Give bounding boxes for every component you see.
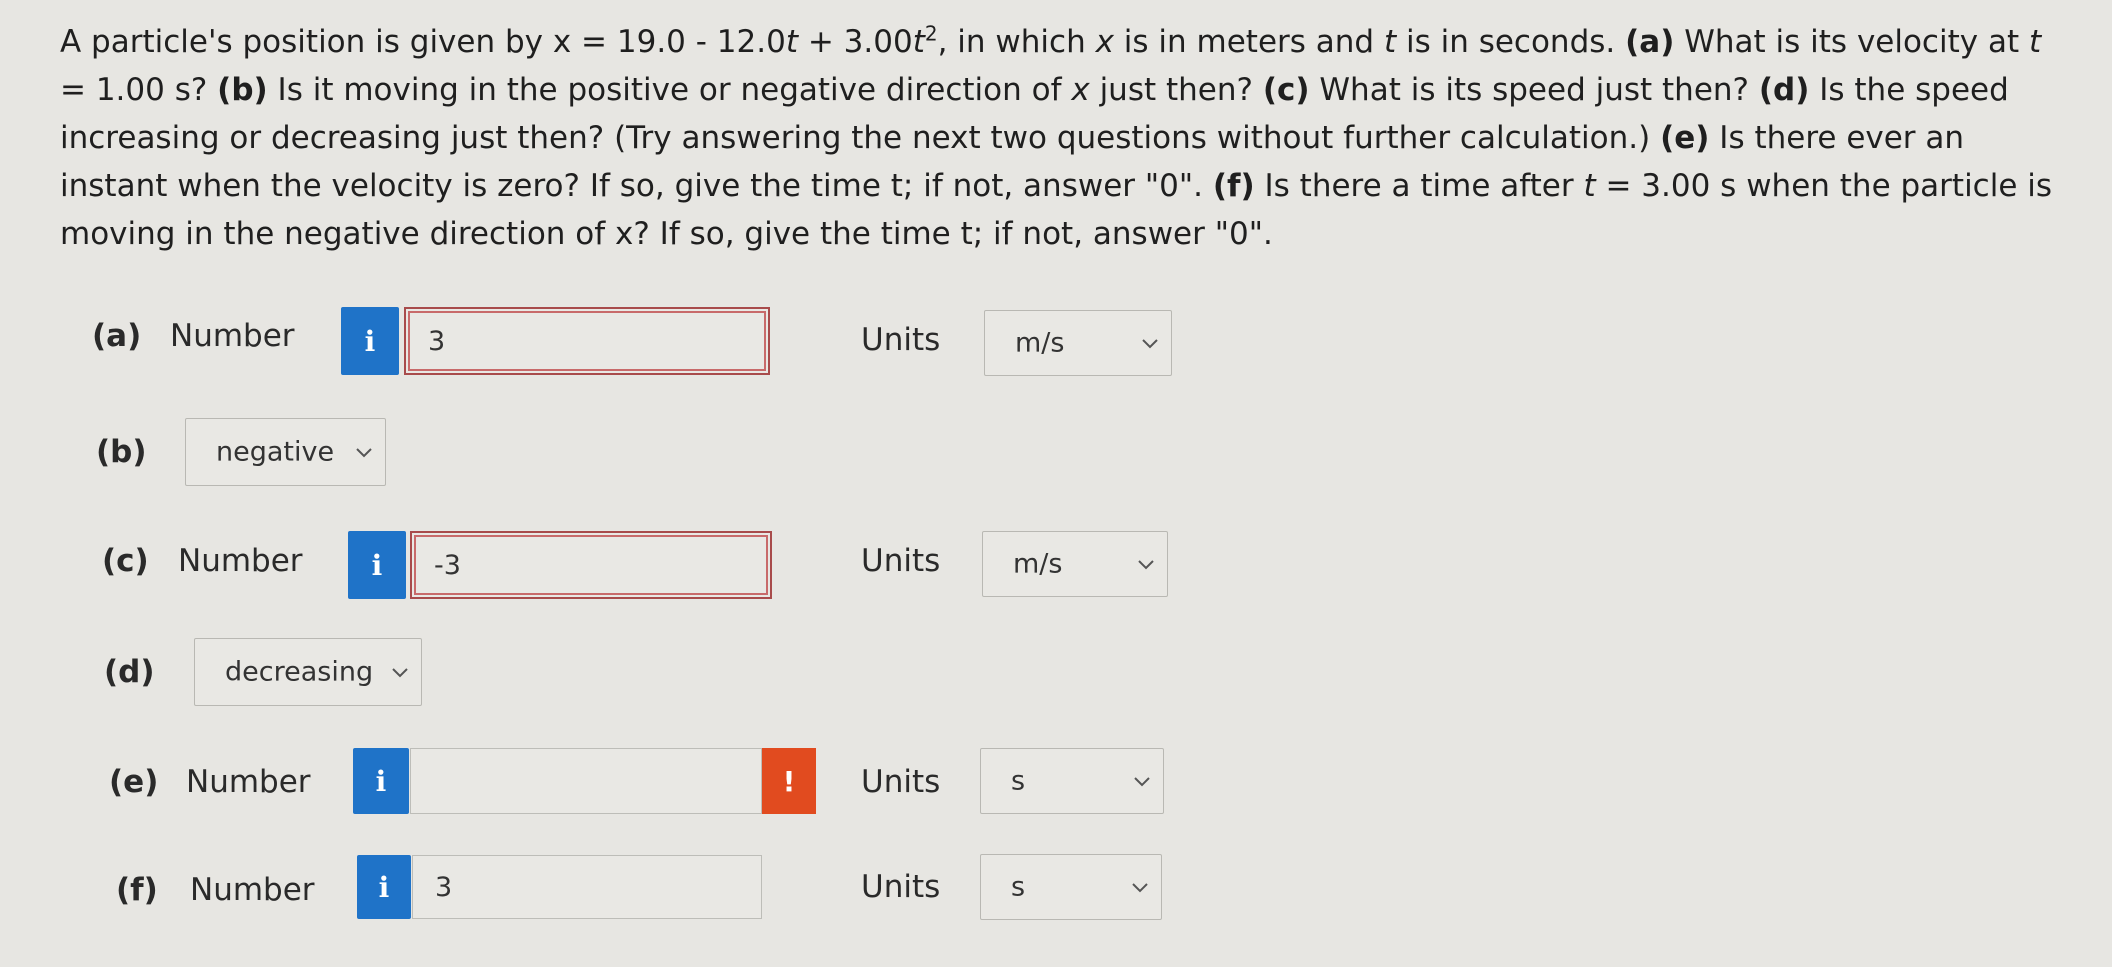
- units-label-c: Units: [861, 543, 941, 579]
- units-select-e[interactable]: s: [980, 748, 1164, 814]
- number-label-e: Number: [186, 764, 311, 800]
- units-value-a: m/s: [1015, 327, 1065, 359]
- units-value-c: m/s: [1013, 548, 1063, 580]
- units-label-e: Units: [861, 764, 941, 800]
- units-label-f: Units: [861, 869, 941, 905]
- number-input-f[interactable]: 3: [412, 855, 762, 919]
- part-label-c: (c): [102, 543, 149, 579]
- units-value-e: s: [1011, 765, 1026, 797]
- chevron-down-icon: [1132, 883, 1148, 893]
- units-label-a: Units: [861, 322, 941, 358]
- question-text: A particle's position is given by x = 19…: [60, 21, 2053, 252]
- part-label-a: (a): [92, 318, 142, 354]
- part-label-e: (e): [109, 764, 159, 800]
- speed-value-d: decreasing: [225, 656, 374, 688]
- number-label-f: Number: [190, 872, 315, 908]
- number-input-a[interactable]: 3: [404, 307, 770, 375]
- part-label-d: (d): [104, 654, 155, 690]
- chevron-down-icon: [392, 668, 408, 678]
- number-input-e[interactable]: [410, 748, 762, 814]
- units-select-f[interactable]: s: [980, 854, 1162, 920]
- chevron-down-icon: [1142, 339, 1158, 349]
- direction-select-b[interactable]: negative: [185, 418, 386, 486]
- number-label-c: Number: [178, 543, 303, 579]
- part-label-f: (f): [116, 872, 158, 908]
- chevron-down-icon: [356, 448, 372, 458]
- units-value-f: s: [1011, 871, 1026, 903]
- units-select-c[interactable]: m/s: [982, 531, 1168, 597]
- chevron-down-icon: [1138, 560, 1154, 570]
- part-label-b: (b): [96, 434, 147, 470]
- info-icon-a[interactable]: i: [341, 307, 399, 375]
- alert-icon-e: !: [762, 748, 816, 814]
- info-icon-f[interactable]: i: [357, 855, 411, 919]
- number-label-a: Number: [170, 318, 295, 354]
- units-select-a[interactable]: m/s: [984, 310, 1172, 376]
- info-icon-c[interactable]: i: [348, 531, 406, 599]
- speed-select-d[interactable]: decreasing: [194, 638, 422, 706]
- direction-value-b: negative: [216, 436, 335, 468]
- chevron-down-icon: [1134, 777, 1150, 787]
- number-input-c[interactable]: -3: [410, 531, 772, 599]
- info-icon-e[interactable]: i: [353, 748, 409, 814]
